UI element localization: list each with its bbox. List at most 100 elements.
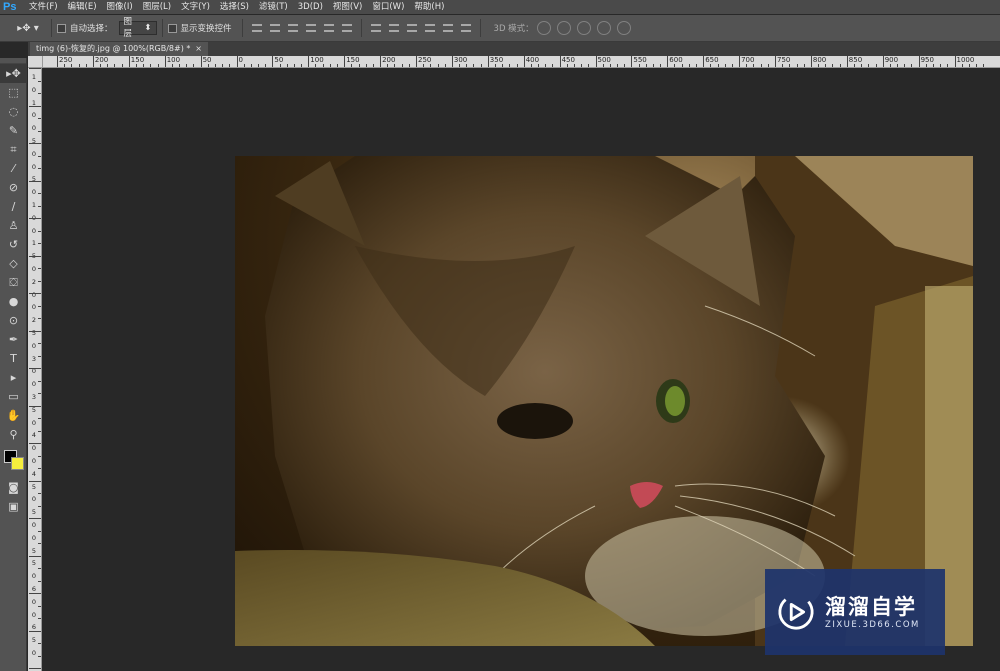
align-hcenter-icon[interactable] xyxy=(322,22,336,34)
ruler-label: 0 xyxy=(31,265,37,273)
ruler-label: 0 xyxy=(238,56,243,64)
ruler-minor-tick xyxy=(394,64,396,67)
ruler-label: 450 xyxy=(561,56,575,64)
ruler-horizontal[interactable]: 250 200 150 100 50 0 50 100 150 200 250 300 350 400 45… xyxy=(43,56,1000,68)
ruler-minor-tick xyxy=(401,64,403,67)
ruler-label: 3 xyxy=(31,393,37,401)
ruler-tick xyxy=(38,605,41,607)
ruler-tick xyxy=(38,168,41,169)
distribute-vcenter-icon[interactable] xyxy=(387,22,401,34)
document-tab[interactable]: timg (6)-恢复的.jpg @ 100%(RGB/8#) * × xyxy=(30,42,208,56)
3d-pan-icon[interactable] xyxy=(576,21,591,35)
ruler-label: 0 xyxy=(31,495,37,504)
screen-mode-icon[interactable]: ▣ xyxy=(0,497,27,516)
brush-tool-icon[interactable]: ∕ xyxy=(0,197,27,216)
distribute-left-icon[interactable] xyxy=(423,22,437,34)
align-left-icon[interactable] xyxy=(304,22,318,34)
marquee-tool-icon[interactable]: ⬚ xyxy=(0,83,27,102)
ruler-label: 800 xyxy=(812,56,827,64)
paint-bucket-tool-icon[interactable]: ⛋ xyxy=(0,273,27,292)
quick-mask-icon[interactable]: ◙ xyxy=(0,478,27,497)
menu-item[interactable]: 3D(D) xyxy=(293,0,328,14)
ruler-tick xyxy=(631,56,633,67)
align-right-icon[interactable] xyxy=(340,22,354,34)
ruler-tick xyxy=(29,330,41,332)
zoom-tool-icon[interactable]: ⚲ xyxy=(0,425,27,444)
menu-item[interactable]: 文件(F) xyxy=(24,0,63,14)
ruler-tick xyxy=(38,618,41,619)
ruler-minor-tick xyxy=(466,64,468,67)
ruler-minor-tick xyxy=(789,64,791,67)
align-vcenter-icon[interactable] xyxy=(268,22,282,34)
ruler-tick xyxy=(29,518,41,519)
auto-select-checkbox[interactable] xyxy=(57,23,66,33)
type-tool-icon[interactable]: T xyxy=(0,349,27,368)
tool-preset-picker[interactable]: ▸✥ ▾ xyxy=(10,18,46,38)
shape-tool-icon[interactable]: ▭ xyxy=(0,387,27,406)
ruler-minor-tick xyxy=(193,64,195,67)
3d-roll-icon[interactable] xyxy=(556,21,571,35)
ruler-tick xyxy=(38,643,41,644)
eyedropper-tool-icon[interactable]: ⁄ xyxy=(0,159,27,178)
distribute-top-icon[interactable] xyxy=(369,22,383,34)
distribute-hcenter-icon[interactable] xyxy=(441,22,455,34)
menu-item[interactable]: 文字(Y) xyxy=(176,0,215,14)
pen-tool-icon[interactable]: ✒ xyxy=(0,330,27,349)
quick-select-tool-icon[interactable]: ✎ xyxy=(0,121,27,140)
ruler-tick xyxy=(29,255,41,257)
hand-tool-icon[interactable]: ✋ xyxy=(0,406,27,425)
ruler-vertical[interactable]: 1010050050100150200250300350400450500550… xyxy=(28,68,42,671)
align-bottom-icon[interactable] xyxy=(286,22,300,34)
options-bar: ▸✥ ▾ 自动选择： 图层 ⬍ 显示变换控件 3D 模式： xyxy=(0,15,1000,42)
photoshop-window: Ps 文件(F) 编辑(E) 图像(I) 图层(L) 文字(Y) 选择(S) 滤镜(T) 3D… xyxy=(0,0,1000,671)
distribute-right-icon[interactable] xyxy=(459,22,473,34)
show-transform-checkbox[interactable] xyxy=(167,23,177,33)
menu-item[interactable]: 帮助(H) xyxy=(409,0,449,14)
separator xyxy=(360,19,362,37)
move-tool-icon[interactable]: ▸✥ xyxy=(0,64,27,83)
lasso-tool-icon[interactable]: ◌ xyxy=(0,102,27,121)
menu-item[interactable]: 窗口(W) xyxy=(367,0,409,14)
ruler-minor-tick xyxy=(459,64,461,67)
ruler-tick xyxy=(38,280,41,282)
ruler-minor-tick xyxy=(688,64,690,67)
close-icon[interactable]: × xyxy=(195,42,202,56)
ruler-tick xyxy=(308,56,310,67)
align-top-icon[interactable] xyxy=(250,22,264,34)
ruler-minor-tick xyxy=(387,64,389,67)
ruler-minor-tick xyxy=(932,64,934,67)
ruler-minor-tick xyxy=(85,64,87,67)
clone-stamp-tool-icon[interactable]: ♙ xyxy=(0,216,27,235)
menu-item[interactable]: 滤镜(T) xyxy=(254,0,293,14)
healing-brush-tool-icon[interactable]: ⊘ xyxy=(0,178,27,197)
menu-item[interactable]: 编辑(E) xyxy=(63,0,102,14)
auto-select-label: 自动选择： xyxy=(70,24,113,34)
history-brush-tool-icon[interactable]: ↺ xyxy=(0,235,27,254)
auto-select-dropdown[interactable]: 图层 ⬍ xyxy=(118,17,157,39)
menu-item[interactable]: 图像(I) xyxy=(102,0,138,14)
menu-item[interactable]: 图层(L) xyxy=(138,0,176,14)
ruler-label: 0 xyxy=(31,597,37,606)
menu-item[interactable]: 视图(V) xyxy=(328,0,367,14)
dodge-tool-icon[interactable]: ⊙ xyxy=(0,311,27,330)
eraser-tool-icon[interactable]: ◇ xyxy=(0,254,27,273)
toolbox: ▸✥ ⬚ ◌ ✎ ⌗ ⁄ ⊘ ∕ ♙ ↺ ◇ ⛋ ● ⊙ ✒ T ▸ ▭ ✋ ⚲ ◙ ▣ xyxy=(0,58,27,671)
ruler-minor-tick xyxy=(480,64,482,67)
ruler-minor-tick xyxy=(818,64,820,67)
ruler-minor-tick xyxy=(897,64,899,67)
ruler-corner[interactable] xyxy=(28,56,43,68)
3d-slide-icon[interactable] xyxy=(596,21,611,35)
ruler-tick xyxy=(29,143,41,144)
path-select-tool-icon[interactable]: ▸ xyxy=(0,368,27,387)
ruler-tick xyxy=(918,56,920,67)
ruler-minor-tick xyxy=(337,64,339,67)
crop-tool-icon[interactable]: ⌗ xyxy=(0,140,27,159)
3d-scale-icon[interactable] xyxy=(616,21,631,35)
ruler-minor-tick xyxy=(423,64,425,67)
blur-tool-icon[interactable]: ● xyxy=(0,292,27,311)
3d-rotate-icon[interactable] xyxy=(536,21,551,35)
ruler-minor-tick xyxy=(552,64,554,67)
distribute-bottom-icon[interactable] xyxy=(405,22,419,34)
background-color-swatch[interactable] xyxy=(11,457,24,470)
menu-item[interactable]: 选择(S) xyxy=(215,0,254,14)
